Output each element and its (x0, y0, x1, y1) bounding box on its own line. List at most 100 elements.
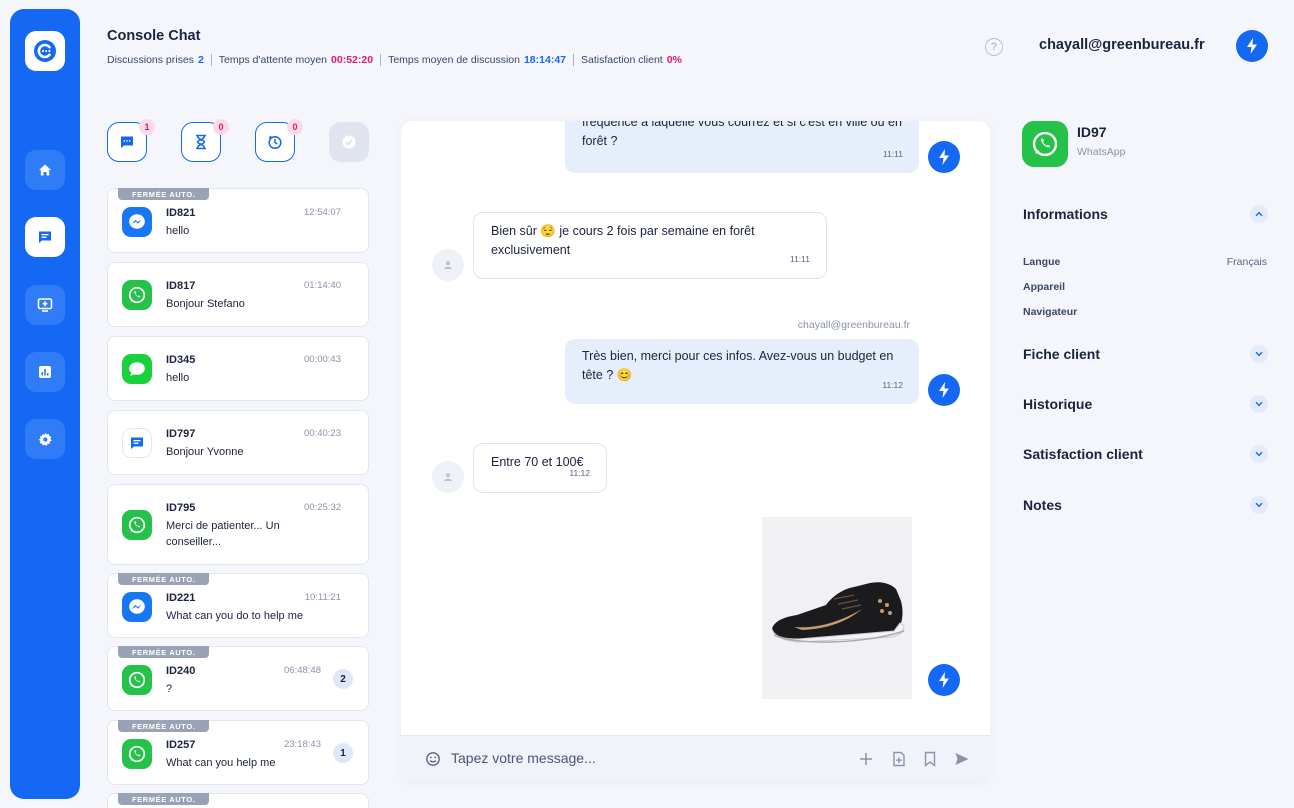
conversation-time: 06:48:48 (284, 665, 321, 676)
check-filter-icon[interactable] (329, 122, 369, 162)
unread-count-badge: 1 (333, 743, 353, 763)
stat-value: 00:52:20 (331, 54, 374, 66)
whatsapp-icon (122, 510, 152, 540)
chevron-down-icon[interactable] (1250, 445, 1268, 463)
conversation-time: 01:14:40 (304, 280, 341, 291)
stat-label: Temps d'attente moyen (218, 54, 328, 66)
conversation-id: ID345 (166, 354, 196, 366)
timer-filter-icon[interactable]: 0 (255, 119, 303, 162)
message-text: Bien sûr 😌 je cours 2 fois par semaine e… (491, 224, 755, 257)
user-icon (444, 473, 452, 481)
gear-icon[interactable] (25, 419, 65, 459)
sidebar (10, 9, 80, 799)
hourglass-filter-icon[interactable]: 0 (181, 119, 229, 162)
chat-filter-icon[interactable]: 1 (107, 119, 155, 162)
conversation-preview: ? (166, 683, 173, 695)
conversation-card[interactable]: ID817 01:14:40 Bonjour Stefano (107, 262, 369, 327)
stat-value: 0% (666, 54, 682, 66)
chat-panel: fréquence à laquelle vous courrez et si … (401, 121, 990, 781)
console-chat-logo-icon[interactable] (25, 31, 65, 71)
section-informations[interactable]: Informations (1023, 206, 1108, 222)
conversation-card[interactable]: FERMÉE AUTO. ID257 23:18:43 What can you… (107, 720, 369, 785)
messenger-icon (122, 207, 152, 237)
stat-label: Temps moyen de discussion (388, 54, 520, 66)
screen-plus-icon[interactable] (25, 285, 65, 325)
messenger-icon (122, 592, 152, 622)
conversation-preview: Merci de patienter... Un conseiller... (166, 520, 280, 548)
section-historique[interactable]: Historique (1023, 396, 1092, 412)
conversation-card[interactable]: FERMÉE AUTO. (107, 793, 369, 808)
plus-icon[interactable] (858, 751, 874, 772)
client-avatar (432, 249, 464, 281)
whatsapp-icon (1022, 121, 1068, 167)
section-notes[interactable]: Notes (1023, 497, 1062, 513)
chat-icon[interactable] (25, 217, 65, 257)
closed-badge: FERMÉE AUTO. (118, 646, 210, 658)
bookmark-icon[interactable] (923, 751, 937, 772)
chevron-down-icon[interactable] (1250, 345, 1268, 363)
user-avatar[interactable] (1236, 30, 1268, 62)
user-email[interactable]: chayall@greenbureau.fr (1039, 37, 1205, 53)
conversation-id: ID221 (166, 592, 196, 604)
contact-id: ID97 (1077, 124, 1107, 140)
conversation-preview: Bonjour Yvonne (166, 446, 244, 458)
conversation-card[interactable]: FERMÉE AUTO. ID821 12:54:07 hello (107, 188, 369, 253)
help-icon[interactable]: ? (985, 38, 1003, 56)
whatsapp-icon (122, 665, 152, 695)
chevron-down-icon[interactable] (1250, 496, 1268, 514)
conversation-id: ID821 (166, 207, 196, 219)
conversation-card[interactable]: FERMÉE AUTO. ID240 06:48:48 ? 2 (107, 646, 369, 711)
stat-label: Satisfaction client (581, 54, 663, 66)
agent-message: Très bien, merci pour ces infos. Avez-vo… (565, 339, 919, 404)
chevron-up-icon[interactable] (1250, 205, 1268, 223)
whatsapp-icon (122, 739, 152, 769)
conversation-time: 12:54:07 (304, 207, 341, 218)
message-text: fréquence à laquelle vous courrez et si … (582, 121, 902, 148)
conversation-preview: What can you do to help me (166, 610, 303, 622)
whatsapp-icon (122, 280, 152, 310)
message-time: 11:11 (789, 254, 810, 264)
conversation-card[interactable]: ID795 00:25:32 Merci de patienter... Un … (107, 484, 369, 565)
send-icon[interactable] (954, 751, 970, 772)
conversation-preview: hello (166, 225, 190, 237)
message-time: 11:11 (882, 149, 903, 159)
imessage-icon (122, 354, 152, 384)
message-time: 11:12 (882, 380, 903, 390)
bolt-icon (1247, 38, 1257, 54)
message-text: Très bien, merci pour ces infos. Avez-vo… (582, 349, 894, 382)
conversation-list: FERMÉE AUTO. ID821 12:54:07 hello ID817 … (107, 170, 369, 808)
conversation-time: 00:00:43 (304, 354, 341, 365)
conversation-time: 00:40:23 (304, 428, 341, 439)
client-avatar (432, 461, 464, 493)
chevron-down-icon[interactable] (1250, 395, 1268, 413)
conversation-preview: Bonjour Stefano (166, 298, 245, 310)
header-stats: Discussions prises 2 Temps d'attente moy… (107, 54, 682, 66)
emoji-icon[interactable] (425, 751, 441, 772)
field-label: Appareil (1023, 281, 1066, 293)
running-shoe-image[interactable] (762, 517, 912, 699)
conversation-id: ID797 (166, 428, 196, 440)
field-label: Navigateur (1023, 306, 1078, 318)
conversation-id: ID257 (166, 739, 196, 751)
conversation-card[interactable]: ID345 00:00:43 hello (107, 336, 369, 401)
home-icon[interactable] (25, 150, 65, 190)
filter-badge: 0 (213, 119, 229, 135)
contact-channel: WhatsApp (1077, 146, 1126, 158)
webchat-icon (122, 428, 152, 458)
message-input[interactable]: Tapez votre message... (451, 750, 596, 766)
message-sender: chayall@greenbureau.fr (797, 319, 910, 331)
file-add-icon[interactable] (891, 751, 907, 772)
conversation-preview: hello (166, 372, 190, 384)
section-fiche-client[interactable]: Fiche client (1023, 346, 1100, 362)
bar-chart-icon[interactable] (25, 352, 65, 392)
closed-badge: FERMÉE AUTO. (118, 573, 210, 585)
conversation-card[interactable]: FERMÉE AUTO. ID221 10:11:21 What can you… (107, 573, 369, 638)
section-satisfaction-client[interactable]: Satisfaction client (1023, 446, 1143, 462)
stat-label: Discussions prises (107, 54, 194, 66)
closed-badge: FERMÉE AUTO. (118, 793, 210, 805)
unread-count-badge: 2 (333, 669, 353, 689)
conversation-time: 23:18:43 (284, 739, 321, 750)
stat-value: 18:14:47 (523, 54, 566, 66)
agent-message: fréquence à laquelle vous courrez et si … (565, 121, 919, 173)
conversation-card[interactable]: ID797 00:40:23 Bonjour Yvonne (107, 410, 369, 475)
